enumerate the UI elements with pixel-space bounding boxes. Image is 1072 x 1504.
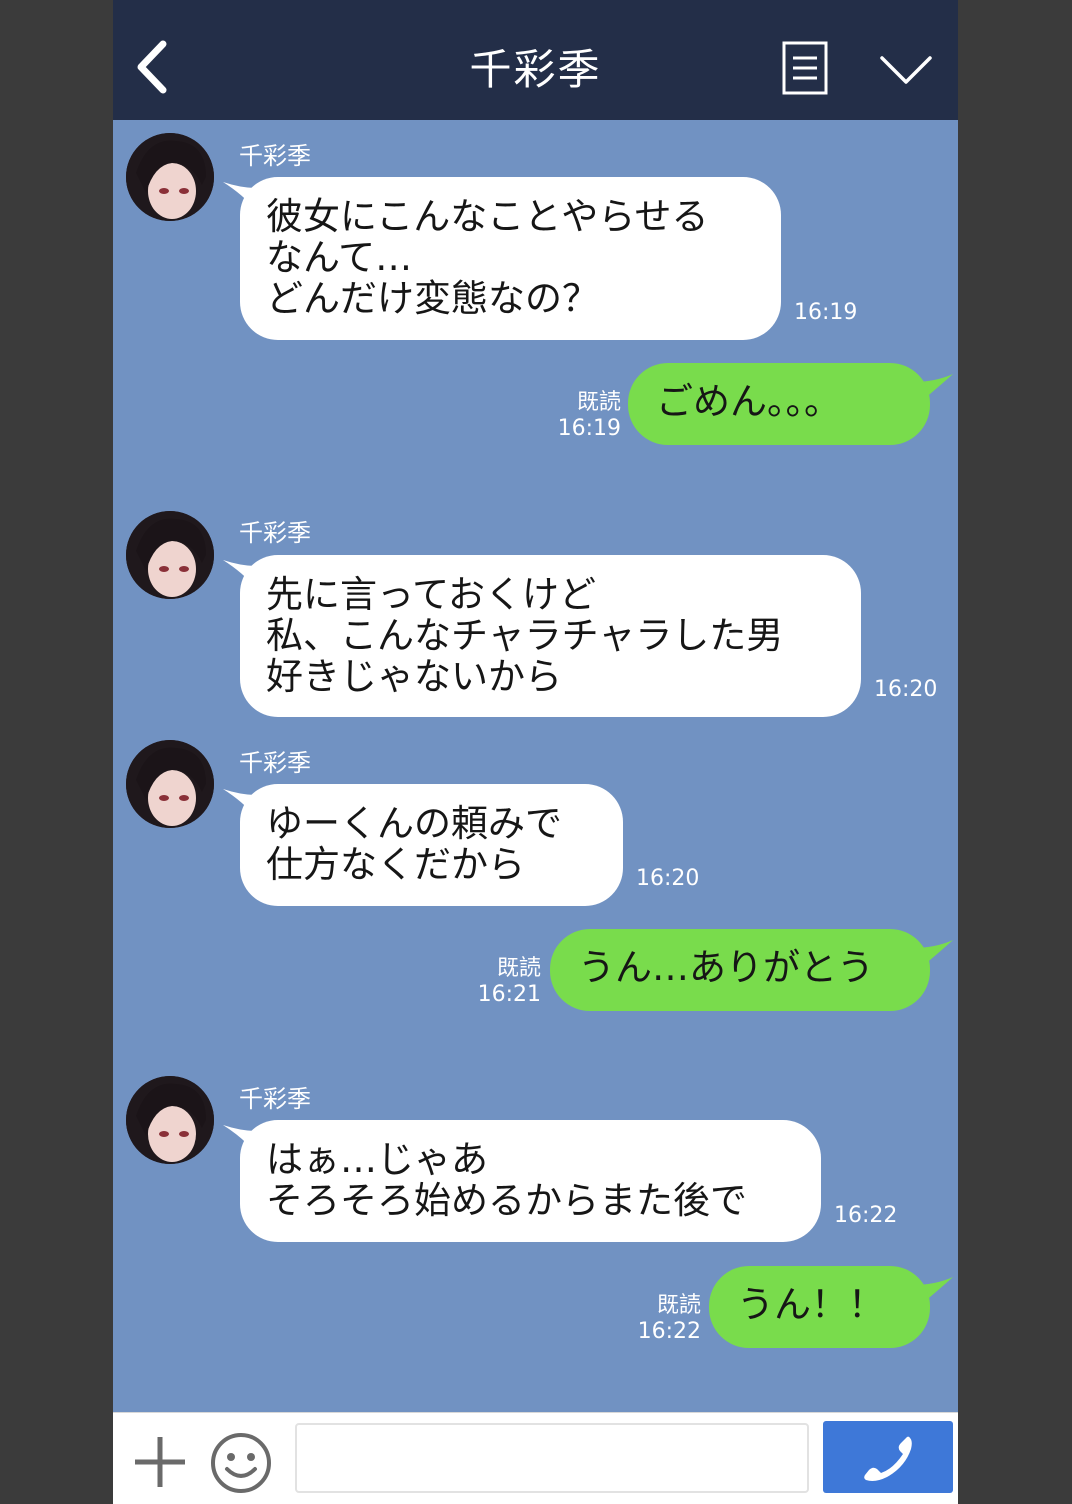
message-time: 16:19 bbox=[794, 300, 858, 325]
avatar-image bbox=[126, 133, 214, 221]
read-receipt: 既読 16:21 bbox=[473, 956, 541, 1008]
chevron-down-icon[interactable] bbox=[878, 52, 934, 88]
avatar-image bbox=[126, 511, 214, 599]
avatar[interactable] bbox=[126, 511, 214, 599]
message-bubble-outgoing[interactable]: うん！！ bbox=[709, 1266, 930, 1348]
sender-name: 千彩季 bbox=[239, 142, 311, 170]
sender-name: 千彩季 bbox=[239, 1085, 311, 1113]
message-time: 16:21 bbox=[477, 982, 541, 1007]
avatar[interactable] bbox=[126, 740, 214, 828]
message-time: 16:22 bbox=[834, 1203, 898, 1228]
message-bubble-incoming[interactable]: 彼女にこんなことやらせる なんて… どんだけ変態なの？ bbox=[240, 177, 781, 340]
message-input-bar bbox=[113, 1412, 958, 1504]
sender-name: 千彩季 bbox=[239, 749, 311, 777]
read-receipt: 既読 16:19 bbox=[553, 390, 621, 442]
phone-call-icon bbox=[864, 1436, 912, 1481]
message-bubble-outgoing[interactable]: ごめん。。。 bbox=[628, 363, 930, 445]
avatar[interactable] bbox=[126, 133, 214, 221]
message-time: 16:19 bbox=[557, 416, 621, 441]
message-time: 16:20 bbox=[874, 677, 938, 702]
message-bubble-incoming[interactable]: はぁ…じゃあ そろそろ始めるからまた後で bbox=[240, 1120, 821, 1242]
message-bubble-outgoing[interactable]: うん…ありがとう bbox=[550, 929, 930, 1011]
document-menu-icon[interactable] bbox=[781, 40, 829, 96]
chat-screen: 千彩季 千彩季 彼女にこんなことやらせる なんて… どんだけ変態なの？ 16:1… bbox=[113, 0, 958, 1504]
call-button[interactable] bbox=[823, 1421, 953, 1493]
message-bubble-incoming[interactable]: ゆーくんの頼みで 仕方なくだから bbox=[240, 784, 623, 906]
sender-name: 千彩季 bbox=[239, 519, 311, 547]
read-label: 既読 bbox=[496, 956, 541, 981]
message-bubble-incoming[interactable]: 先に言っておくけど 私、こんなチャラチャラした男 好きじゃないから bbox=[240, 555, 861, 717]
message-time: 16:22 bbox=[637, 1319, 701, 1344]
avatar-image bbox=[126, 740, 214, 828]
read-label: 既読 bbox=[656, 1293, 701, 1318]
plus-icon[interactable] bbox=[133, 1435, 187, 1489]
smiley-icon[interactable] bbox=[209, 1431, 273, 1495]
chat-title: 千彩季 bbox=[469, 45, 602, 94]
avatar[interactable] bbox=[126, 1076, 214, 1164]
message-time: 16:20 bbox=[636, 866, 700, 891]
avatar-image bbox=[126, 1076, 214, 1164]
read-label: 既読 bbox=[576, 390, 621, 415]
read-receipt: 既読 16:22 bbox=[633, 1293, 701, 1345]
message-input[interactable] bbox=[295, 1423, 809, 1493]
chat-header: 千彩季 bbox=[113, 0, 958, 120]
